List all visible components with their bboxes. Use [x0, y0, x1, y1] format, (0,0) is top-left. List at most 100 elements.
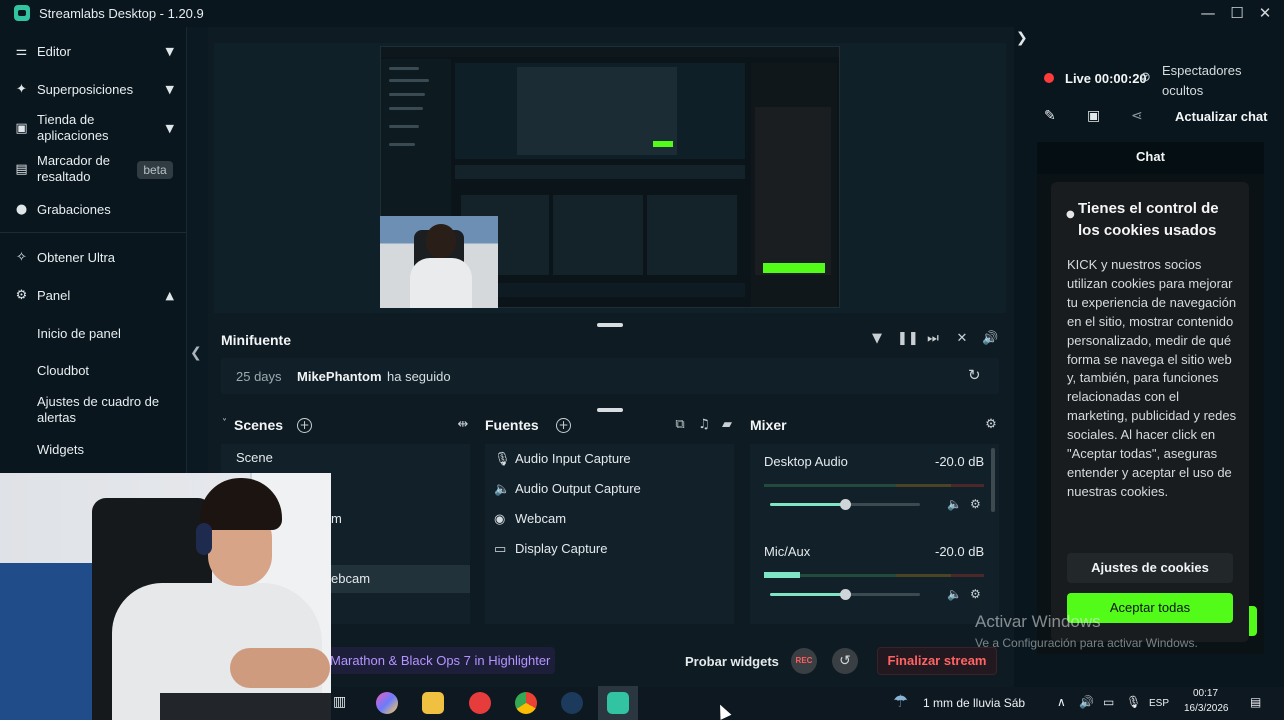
resize-handle[interactable]	[597, 408, 623, 412]
add-scene-icon[interactable]: +	[297, 418, 312, 433]
network-icon[interactable]: ▭	[1103, 695, 1114, 709]
cookie-title: Tienes el control de los cookies usados	[1078, 200, 1219, 239]
minifeed-title: Minifuente	[221, 332, 291, 348]
scene-transition-icon[interactable]: ⇹	[455, 417, 471, 433]
chevron-down-icon: ▼	[165, 45, 174, 58]
highlighter-icon: ▤	[15, 162, 28, 177]
mixer-channel-db: -20.0 dB	[935, 454, 985, 469]
add-source-icon[interactable]: +	[556, 418, 571, 433]
volume-slider[interactable]	[770, 589, 920, 600]
scrollbar[interactable]	[991, 448, 995, 512]
sidebar-item-panel[interactable]: ⚙ Panel ▲	[14, 287, 180, 305]
sidebar-subitem-alertbox-settings[interactable]: Ajustes de cuadro de alertas	[37, 394, 167, 426]
skip-icon[interactable]: ⏭	[925, 331, 941, 347]
collapse-sidebar-icon[interactable]: ❮	[190, 345, 202, 361]
volume-slider[interactable]	[770, 499, 920, 510]
pencil-icon[interactable]: ✎	[1044, 108, 1056, 124]
gear-icon[interactable]: ⚙	[970, 587, 981, 601]
volume-slider-knob[interactable]	[840, 499, 851, 510]
source-item[interactable]: 🔈 Audio Output Capture	[494, 481, 641, 497]
gear-icon[interactable]: ⚙	[970, 497, 981, 511]
clapperboard-icon[interactable]: ▣	[1087, 108, 1100, 124]
source-item[interactable]: ▭ Display Capture	[494, 541, 608, 557]
mute-alerts-icon[interactable]: ✕	[954, 331, 970, 347]
chevron-up-icon[interactable]: ∧	[1057, 695, 1066, 709]
sources-title: Fuentes	[485, 417, 539, 433]
end-stream-button[interactable]: Finalizar stream	[877, 647, 997, 675]
folder-icon[interactable]: ▰	[719, 417, 735, 433]
volume-slider-knob[interactable]	[840, 589, 851, 600]
sidebar-subitem-widgets[interactable]: Widgets	[37, 442, 84, 458]
sources-list	[485, 444, 734, 624]
speaker-icon: 🔈	[494, 482, 511, 497]
audio-source-icon[interactable]: ♫	[696, 417, 712, 433]
store-icon: ▣	[15, 121, 28, 136]
scene-item[interactable]: Scene	[221, 444, 470, 472]
nested-webcam-thumbnail	[380, 216, 498, 308]
overlay-icon: ✦	[16, 82, 27, 97]
close-icon[interactable]: ✕	[1254, 2, 1276, 24]
sidebar-item-editor[interactable]: ⚌ Editor ▼	[14, 43, 180, 61]
record-icon: ●	[15, 202, 28, 217]
sidebar-item-recordings[interactable]: ● Grabaciones	[14, 201, 180, 219]
weather-text[interactable]: 1 mm de lluvia Sáb	[923, 696, 1025, 710]
mixer-channel-name: Mic/Aux	[764, 544, 811, 559]
test-widgets-button[interactable]: Probar widgets	[685, 654, 779, 669]
repeat-alert-icon[interactable]: ↻	[968, 366, 981, 384]
language-indicator[interactable]: ESP	[1149, 698, 1169, 709]
youtube-music-icon[interactable]	[469, 692, 491, 714]
chat-send-button-edge[interactable]	[1249, 606, 1257, 636]
task-view-icon[interactable]: ▥	[333, 694, 346, 710]
chevron-right-icon[interactable]: ❯	[1016, 30, 1028, 46]
clock-date[interactable]: 16/3/2026	[1184, 703, 1229, 714]
microphone-icon[interactable]: 🎙	[1126, 695, 1141, 709]
sidebar-subitem-panel-home[interactable]: Inicio de panel	[37, 326, 121, 342]
notification-icon[interactable]: ▤	[1250, 695, 1261, 709]
volume-icon[interactable]: 🔊	[1079, 695, 1094, 709]
volume-slider-fill	[770, 503, 845, 506]
chevron-down-icon[interactable]: ˅	[222, 418, 227, 429]
replay-buffer-icon[interactable]: ↺	[832, 648, 858, 674]
resize-handle[interactable]	[597, 323, 623, 327]
eye-hidden-icon[interactable]: ⊘	[1140, 70, 1151, 85]
audio-level-peak	[764, 572, 800, 578]
cookie-description: KICK y nuestros socios utilizan cookies …	[1067, 257, 1237, 499]
dashboard-icon: ⚙	[15, 288, 28, 303]
weather-rain-icon: ☂	[893, 692, 909, 712]
sidebar-item-overlays[interactable]: ✦ Superposiciones ▼	[14, 81, 180, 99]
source-item[interactable]: ◉ Webcam	[494, 511, 566, 527]
source-item[interactable]: 🎙 Audio Input Capture	[494, 451, 631, 467]
microphone-icon: 🎙	[494, 452, 511, 467]
layers-icon[interactable]: ⧉	[672, 417, 688, 433]
record-button[interactable]: REC	[791, 648, 817, 674]
pause-icon[interactable]: ❚❚	[897, 331, 919, 347]
share-icon[interactable]: ⋖	[1131, 108, 1143, 124]
clock-time[interactable]: 00:17	[1193, 688, 1218, 699]
copilot-icon[interactable]	[376, 692, 398, 714]
steam-icon[interactable]	[561, 692, 583, 714]
speaker-icon[interactable]: 🔈	[947, 497, 962, 511]
chrome-icon[interactable]	[515, 692, 537, 714]
minimize-icon[interactable]: —	[1197, 2, 1219, 24]
maximize-icon[interactable]: ☐	[1226, 2, 1248, 24]
event-time: 25 days	[236, 369, 282, 384]
volume-icon[interactable]: 🔊	[982, 331, 998, 347]
sidebar-subitem-cloudbot[interactable]: Cloudbot	[37, 363, 89, 379]
file-explorer-icon[interactable]	[422, 692, 444, 714]
streamlabs-taskbar-icon[interactable]	[607, 692, 629, 714]
event-username[interactable]: MikePhantom	[297, 369, 382, 384]
cookie-settings-button[interactable]: Ajustes de cookies	[1067, 553, 1233, 583]
streamlabs-logo-icon	[14, 5, 30, 21]
refresh-chat-button[interactable]: Actualizar chat	[1175, 109, 1267, 124]
gear-icon[interactable]: ⚙	[983, 417, 999, 433]
highlighter-promo[interactable]: Marathon & Black Ops 7 in Highlighter	[322, 647, 555, 674]
window-title: Streamlabs Desktop - 1.20.9	[39, 6, 204, 21]
cookie-icon: ●	[1066, 209, 1075, 220]
speaker-icon[interactable]: 🔈	[947, 587, 962, 601]
activation-watermark-subtitle: Ve a Configuración para activar Windows.	[975, 636, 1198, 650]
filter-icon[interactable]: ▼	[869, 331, 885, 347]
sidebar-item-ultra[interactable]: ✧ Obtener Ultra	[14, 249, 180, 267]
volume-slider-fill	[770, 593, 845, 596]
activation-watermark-title: Activar Windows	[975, 612, 1101, 631]
sidebar-item-app-store[interactable]: ▣ Tienda de aplicaciones ▼	[14, 112, 180, 146]
